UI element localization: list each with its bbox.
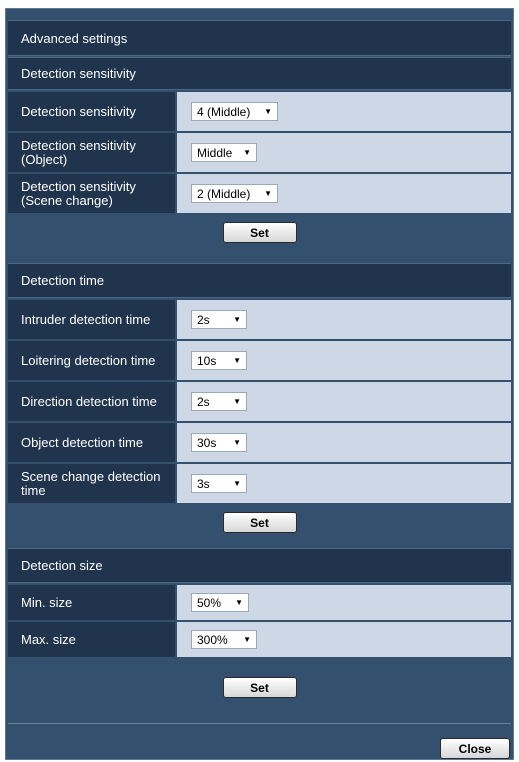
- setting-label: Detection sensitivity (Scene change): [8, 174, 175, 213]
- sensitivity-button-row: Set: [8, 222, 511, 243]
- section-header-size: Detection size: [8, 548, 511, 583]
- setting-label: Loitering detection time: [8, 341, 175, 380]
- setting-value-cell: 50% ▼: [177, 585, 511, 620]
- setting-row-loitering-time: Loitering detection time 10s ▼: [8, 341, 511, 380]
- chevron-down-icon: ▼: [233, 438, 241, 447]
- setting-label: Intruder detection time: [8, 300, 175, 339]
- setting-label: Direction detection time: [8, 382, 175, 421]
- sensitivity-scene-change-select[interactable]: 2 (Middle) ▼: [191, 184, 278, 203]
- advanced-settings-window: Advanced settings Detection sensitivity …: [5, 8, 514, 760]
- setting-label: Detection sensitivity (Object): [8, 133, 175, 172]
- chevron-down-icon: ▼: [264, 107, 272, 116]
- detection-sensitivity-select[interactable]: 4 (Middle) ▼: [191, 102, 278, 121]
- footer-divider: [8, 723, 511, 724]
- setting-row-direction-time: Direction detection time 2s ▼: [8, 382, 511, 421]
- direction-time-select[interactable]: 2s ▼: [191, 392, 247, 411]
- select-value: Middle: [197, 145, 233, 160]
- setting-value-cell: 2s ▼: [177, 300, 511, 339]
- section-header-time: Detection time: [8, 263, 511, 298]
- select-value: 300%: [197, 632, 228, 647]
- setting-row-max-size: Max. size 300% ▼: [8, 622, 511, 657]
- chevron-down-icon: ▼: [233, 356, 241, 365]
- select-value: 2s: [197, 312, 210, 327]
- chevron-down-icon: ▼: [264, 189, 272, 198]
- size-button-row: Set: [8, 677, 511, 698]
- select-value: 50%: [197, 595, 222, 610]
- select-value: 4 (Middle): [197, 104, 251, 119]
- setting-label: Scene change detection time: [8, 464, 175, 503]
- min-size-select[interactable]: 50% ▼: [191, 593, 249, 612]
- chevron-down-icon: ▼: [243, 148, 251, 157]
- select-value: 2 (Middle): [197, 186, 251, 201]
- object-time-select[interactable]: 30s ▼: [191, 433, 247, 452]
- setting-row-sensitivity-object: Detection sensitivity (Object) Middle ▼: [8, 133, 511, 172]
- loitering-time-select[interactable]: 10s ▼: [191, 351, 247, 370]
- sensitivity-object-select[interactable]: Middle ▼: [191, 143, 257, 162]
- chevron-down-icon: ▼: [243, 635, 251, 644]
- setting-value-cell: 2 (Middle) ▼: [177, 174, 511, 213]
- chevron-down-icon: ▼: [233, 315, 241, 324]
- setting-label: Object detection time: [8, 423, 175, 462]
- select-value: 30s: [197, 435, 217, 450]
- setting-label: Detection sensitivity: [8, 92, 175, 131]
- setting-row-sensitivity-scene-change: Detection sensitivity (Scene change) 2 (…: [8, 174, 511, 213]
- section-header-sensitivity: Detection sensitivity: [8, 57, 511, 90]
- setting-value-cell: 300% ▼: [177, 622, 511, 657]
- time-button-row: Set: [8, 512, 511, 533]
- max-size-select[interactable]: 300% ▼: [191, 630, 257, 649]
- select-value: 3s: [197, 476, 210, 491]
- chevron-down-icon: ▼: [233, 479, 241, 488]
- setting-row-intruder-time: Intruder detection time 2s ▼: [8, 300, 511, 339]
- window-title: Advanced settings: [8, 20, 511, 56]
- intruder-time-select[interactable]: 2s ▼: [191, 310, 247, 329]
- setting-value-cell: 10s ▼: [177, 341, 511, 380]
- setting-row-object-time: Object detection time 30s ▼: [8, 423, 511, 462]
- setting-value-cell: 3s ▼: [177, 464, 511, 503]
- chevron-down-icon: ▼: [235, 598, 243, 607]
- setting-row-scene-change-time: Scene change detection time 3s ▼: [8, 464, 511, 503]
- setting-value-cell: 30s ▼: [177, 423, 511, 462]
- setting-value-cell: Middle ▼: [177, 133, 511, 172]
- select-value: 2s: [197, 394, 210, 409]
- setting-label: Max. size: [8, 622, 175, 657]
- time-set-button[interactable]: Set: [222, 512, 297, 533]
- setting-label: Min. size: [8, 585, 175, 620]
- setting-row-min-size: Min. size 50% ▼: [8, 585, 511, 620]
- setting-value-cell: 4 (Middle) ▼: [177, 92, 511, 131]
- close-button[interactable]: Close: [440, 738, 510, 759]
- chevron-down-icon: ▼: [233, 397, 241, 406]
- size-set-button[interactable]: Set: [222, 677, 297, 698]
- setting-value-cell: 2s ▼: [177, 382, 511, 421]
- setting-row-detection-sensitivity: Detection sensitivity 4 (Middle) ▼: [8, 92, 511, 131]
- sensitivity-set-button[interactable]: Set: [222, 222, 297, 243]
- select-value: 10s: [197, 353, 217, 368]
- scene-change-time-select[interactable]: 3s ▼: [191, 474, 247, 493]
